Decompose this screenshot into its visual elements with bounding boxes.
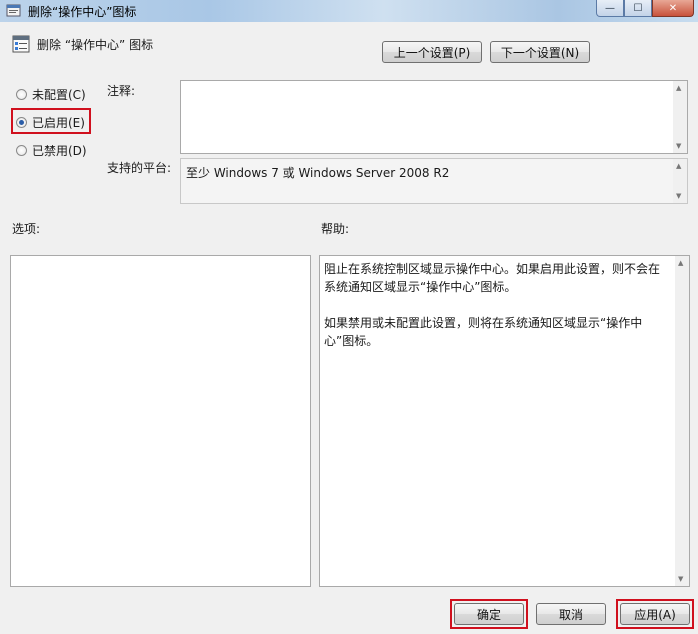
- next-setting-button[interactable]: 下一个设置(N): [490, 41, 590, 63]
- help-scrollbar[interactable]: ▲ ▼: [675, 256, 689, 586]
- platform-field: 至少 Windows 7 或 Windows Server 2008 R2 ▲ …: [180, 158, 688, 204]
- scroll-down-icon[interactable]: ▼: [676, 142, 681, 150]
- scroll-up-icon[interactable]: ▲: [676, 162, 681, 170]
- radio-disabled[interactable]: 已禁用(D): [16, 142, 87, 159]
- scroll-down-icon[interactable]: ▼: [678, 575, 683, 583]
- title-bar[interactable]: 删除“操作中心”图标 — ☐ ✕: [0, 0, 698, 22]
- scroll-up-icon[interactable]: ▲: [676, 84, 681, 92]
- highlight-ok: [450, 599, 528, 629]
- highlight-apply: [616, 599, 694, 629]
- radio-label: 已禁用(D): [32, 144, 87, 158]
- policy-setting-icon: [12, 35, 30, 53]
- options-label: 选项:: [12, 222, 41, 236]
- options-panel: [10, 255, 311, 587]
- close-icon: ✕: [668, 2, 678, 14]
- policy-window-icon: [6, 4, 21, 17]
- comment-scrollbar[interactable]: ▲ ▼: [673, 81, 687, 153]
- platform-scrollbar[interactable]: ▲ ▼: [673, 159, 687, 203]
- help-label: 帮助:: [321, 222, 350, 236]
- cancel-button[interactable]: 取消: [536, 603, 606, 625]
- help-panel: 阻止在系统控制区域显示操作中心。如果启用此设置，则不会在系统通知区域显示“操作中…: [319, 255, 690, 587]
- maximize-button[interactable]: ☐: [624, 0, 652, 17]
- highlight-enabled: [11, 108, 91, 134]
- scroll-up-icon[interactable]: ▲: [678, 259, 683, 267]
- help-paragraph-1: 阻止在系统控制区域显示操作中心。如果启用此设置，则不会在系统通知区域显示“操作中…: [324, 262, 661, 294]
- radio-not-configured[interactable]: 未配置(C): [16, 86, 86, 103]
- previous-setting-button[interactable]: 上一个设置(P): [382, 41, 482, 63]
- help-text: 阻止在系统控制区域显示操作中心。如果启用此设置，则不会在系统通知区域显示“操作中…: [324, 260, 671, 350]
- radio-label: 未配置(C): [32, 88, 86, 102]
- platform-value: 至少 Windows 7 或 Windows Server 2008 R2: [186, 166, 450, 180]
- window-controls: — ☐ ✕: [596, 0, 694, 17]
- platform-label: 支持的平台:: [107, 161, 172, 175]
- comment-textarea[interactable]: ▲ ▼: [180, 80, 688, 154]
- scroll-down-icon[interactable]: ▼: [676, 192, 681, 200]
- maximize-icon: ☐: [633, 2, 643, 14]
- window-title: 删除“操作中心”图标: [28, 5, 137, 19]
- comment-label: 注释:: [107, 84, 136, 98]
- help-paragraph-2: 如果禁用或未配置此设置，则将在系统通知区域显示“操作中心”图标。: [324, 316, 643, 348]
- minimize-icon: —: [605, 2, 615, 14]
- radio-button[interactable]: [16, 89, 27, 100]
- close-button[interactable]: ✕: [652, 0, 694, 17]
- minimize-button[interactable]: —: [596, 0, 624, 17]
- radio-button[interactable]: [16, 145, 27, 156]
- policy-name: 删除 “操作中心” 图标: [37, 38, 154, 52]
